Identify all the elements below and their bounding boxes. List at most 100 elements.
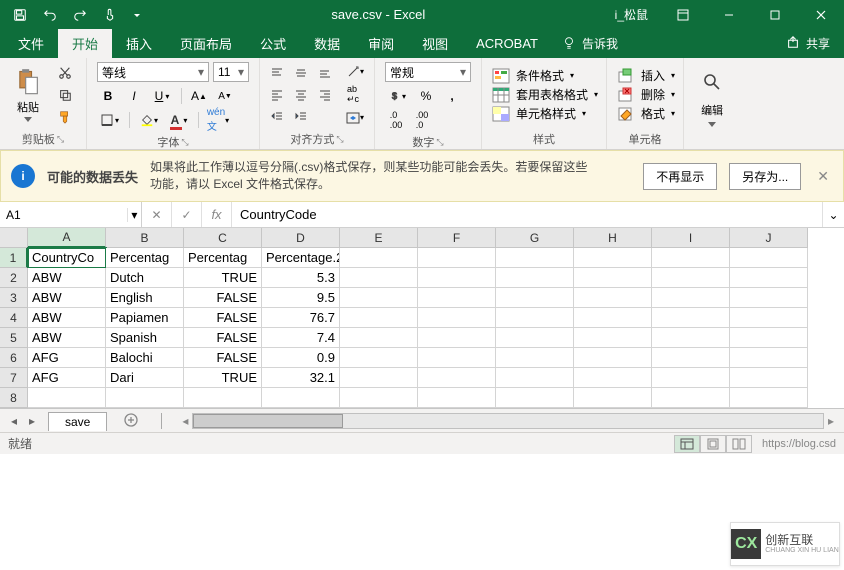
close-button[interactable] — [798, 0, 844, 29]
normal-view-button[interactable] — [674, 435, 700, 453]
font-size-combo[interactable]: 11▾ — [213, 62, 249, 82]
paste-button[interactable]: 粘贴 — [10, 67, 46, 122]
align-right-button[interactable] — [314, 85, 336, 105]
border-button[interactable]: ▾ — [97, 110, 123, 130]
cell-C6[interactable]: FALSE — [184, 348, 262, 368]
col-header-D[interactable]: D — [262, 228, 340, 248]
cell-C8[interactable] — [184, 388, 262, 408]
cell-I6[interactable] — [652, 348, 730, 368]
decrease-font-button[interactable]: A▼ — [214, 86, 236, 106]
cell-J3[interactable] — [730, 288, 808, 308]
tab-file[interactable]: 文件 — [4, 29, 58, 58]
cell-J2[interactable] — [730, 268, 808, 288]
name-box[interactable]: ▾ — [0, 202, 142, 227]
font-color-button[interactable]: A▾ — [166, 110, 192, 130]
align-center-button[interactable] — [290, 85, 312, 105]
cell-A4[interactable]: ABW — [28, 308, 106, 328]
cell-G4[interactable] — [496, 308, 574, 328]
formula-input[interactable] — [232, 207, 822, 222]
font-launcher[interactable]: ⤡ — [181, 137, 188, 148]
cell-I5[interactable] — [652, 328, 730, 348]
cell-D6[interactable]: 0.9 — [262, 348, 340, 368]
find-button[interactable] — [696, 66, 728, 98]
cell-D3[interactable]: 9.5 — [262, 288, 340, 308]
cell-I3[interactable] — [652, 288, 730, 308]
tell-me-button[interactable]: 告诉我 — [552, 29, 628, 58]
formula-expand-button[interactable]: ⌄ — [822, 202, 844, 227]
cell-B5[interactable]: Spanish — [106, 328, 184, 348]
cell-B2[interactable]: Dutch — [106, 268, 184, 288]
maximize-button[interactable] — [752, 0, 798, 29]
col-header-G[interactable]: G — [496, 228, 574, 248]
tab-review[interactable]: 审阅 — [354, 29, 408, 58]
cell-H5[interactable] — [574, 328, 652, 348]
cell-B1[interactable]: Percentag — [106, 248, 184, 268]
cell-F3[interactable] — [418, 288, 496, 308]
enter-formula-button[interactable]: ✓ — [172, 202, 202, 227]
cell-F5[interactable] — [418, 328, 496, 348]
row-header-8[interactable]: 8 — [0, 388, 28, 408]
increase-indent-button[interactable] — [290, 107, 312, 127]
cell-C7[interactable]: TRUE — [184, 368, 262, 388]
cell-F4[interactable] — [418, 308, 496, 328]
cell-A1[interactable]: CountryCo — [28, 248, 106, 268]
cell-H3[interactable] — [574, 288, 652, 308]
cell-style-button[interactable]: 单元格样式▾ — [490, 105, 598, 122]
wrap-text-button[interactable]: ab↵c — [342, 85, 364, 105]
cell-H6[interactable] — [574, 348, 652, 368]
comma-button[interactable]: , — [441, 86, 463, 106]
sheet-tab-save[interactable]: save — [48, 412, 107, 431]
conditional-format-button[interactable]: 条件格式▾ — [490, 67, 598, 84]
tab-insert[interactable]: 插入 — [112, 29, 166, 58]
fx-button[interactable]: fx — [202, 202, 232, 227]
cell-G1[interactable] — [496, 248, 574, 268]
cell-I1[interactable] — [652, 248, 730, 268]
row-header-1[interactable]: 1 — [0, 248, 28, 268]
cell-A7[interactable]: AFG — [28, 368, 106, 388]
decrease-indent-button[interactable] — [266, 107, 288, 127]
cell-C5[interactable]: FALSE — [184, 328, 262, 348]
align-bottom-button[interactable] — [314, 63, 336, 83]
col-header-E[interactable]: E — [340, 228, 418, 248]
cell-C4[interactable]: FALSE — [184, 308, 262, 328]
cell-D2[interactable]: 5.3 — [262, 268, 340, 288]
select-all-corner[interactable] — [0, 228, 28, 248]
cell-B8[interactable] — [106, 388, 184, 408]
cancel-formula-button[interactable]: ✕ — [142, 202, 172, 227]
tab-page-layout[interactable]: 页面布局 — [166, 29, 246, 58]
tab-acrobat[interactable]: ACROBAT — [462, 29, 552, 58]
name-box-dropdown[interactable]: ▾ — [127, 208, 141, 222]
col-header-B[interactable]: B — [106, 228, 184, 248]
increase-decimal-button[interactable]: .0.00 — [385, 110, 407, 130]
cell-A6[interactable]: AFG — [28, 348, 106, 368]
cell-D8[interactable] — [262, 388, 340, 408]
cell-G5[interactable] — [496, 328, 574, 348]
cell-I4[interactable] — [652, 308, 730, 328]
col-header-I[interactable]: I — [652, 228, 730, 248]
touch-mode-icon[interactable] — [102, 7, 118, 23]
number-format-combo[interactable]: 常规▾ — [385, 62, 471, 82]
increase-font-button[interactable]: A▲ — [188, 86, 210, 106]
cell-B7[interactable]: Dari — [106, 368, 184, 388]
cell-B3[interactable]: English — [106, 288, 184, 308]
redo-icon[interactable] — [72, 7, 88, 23]
bold-button[interactable]: B — [97, 86, 119, 106]
number-launcher[interactable]: ⤡ — [436, 137, 443, 148]
cell-B4[interactable]: Papiamen — [106, 308, 184, 328]
cell-J7[interactable] — [730, 368, 808, 388]
row-header-6[interactable]: 6 — [0, 348, 28, 368]
cut-icon[interactable] — [56, 64, 74, 82]
save-as-button[interactable]: 另存为... — [729, 163, 801, 190]
col-header-F[interactable]: F — [418, 228, 496, 248]
col-header-A[interactable]: A — [28, 228, 106, 248]
align-left-button[interactable] — [266, 85, 288, 105]
align-launcher[interactable]: ⤡ — [336, 134, 343, 145]
cell-J8[interactable] — [730, 388, 808, 408]
cell-D4[interactable]: 76.7 — [262, 308, 340, 328]
cell-E8[interactable] — [340, 388, 418, 408]
align-middle-button[interactable] — [290, 63, 312, 83]
cell-E3[interactable] — [340, 288, 418, 308]
tab-formulas[interactable]: 公式 — [246, 29, 300, 58]
cell-H1[interactable] — [574, 248, 652, 268]
page-break-view-button[interactable] — [726, 435, 752, 453]
